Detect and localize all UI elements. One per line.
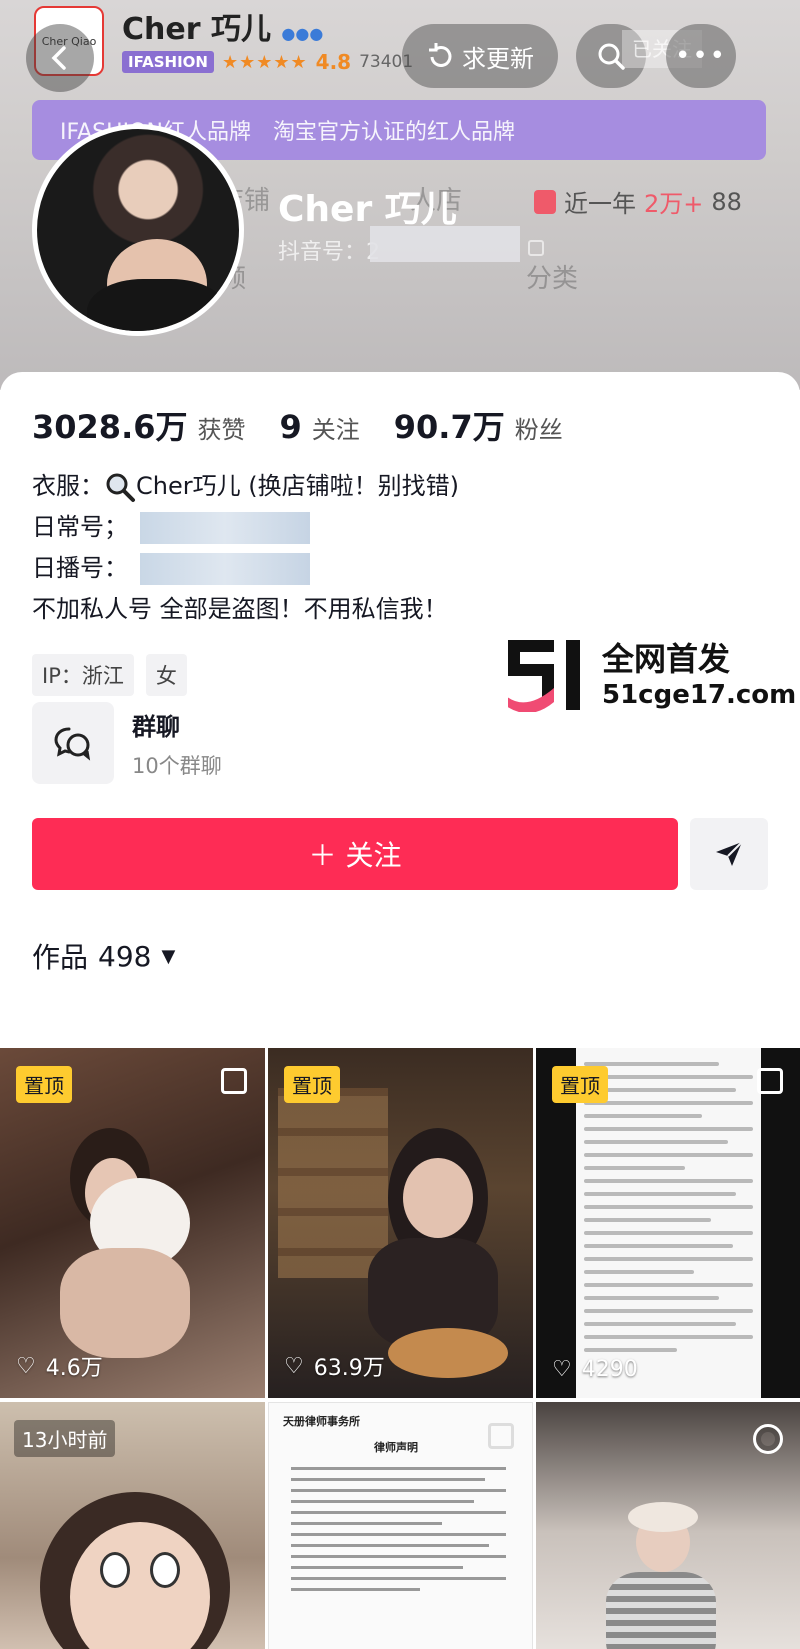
copy-icon[interactable] bbox=[528, 240, 544, 256]
heart-icon: ♡ bbox=[284, 1353, 304, 1379]
watermark-logo-icon bbox=[506, 640, 590, 714]
pinned-badge: 置顶 bbox=[16, 1066, 72, 1103]
blurred-id bbox=[370, 226, 520, 262]
document-preview bbox=[291, 1467, 506, 1599]
bio-line-3-text: 日播号： bbox=[32, 554, 128, 582]
more-dots-icon: ••• bbox=[674, 41, 727, 71]
profile-stats: 3028.6万 获赞 9 关注 90.7万 粉丝 bbox=[32, 402, 587, 448]
works-count: 498 bbox=[98, 939, 152, 973]
bio-line-2-text: 日常号； bbox=[32, 513, 128, 541]
video-tile[interactable]: 13小时前 bbox=[0, 1402, 265, 1649]
bio-line-4: 不加私人号 全部是盗图！不用私信我！ bbox=[32, 589, 459, 630]
like-count-value: 63.9万 bbox=[313, 1356, 385, 1381]
refresh-icon bbox=[429, 43, 452, 67]
request-update-label: 求更新 bbox=[462, 44, 534, 73]
likes-label: 获赞 bbox=[197, 416, 246, 444]
chevron-left-icon bbox=[51, 46, 66, 70]
avatar[interactable] bbox=[32, 124, 244, 336]
shop-name-text: Cher 巧儿 bbox=[122, 12, 271, 47]
bio: 衣服： Cher巧儿 (换店铺啦！别找错) 日常号； 日播号： 不加私人号 全部… bbox=[32, 466, 459, 630]
year-stat-suffix: 88 bbox=[711, 187, 742, 216]
group-chat-entry[interactable]: 群聊 10个群聊 bbox=[32, 702, 222, 784]
doc-header: 天册律师事务所 bbox=[283, 1415, 360, 1428]
video-tile[interactable] bbox=[536, 1402, 800, 1649]
post-time-badge: 13小时前 bbox=[14, 1420, 116, 1457]
search-icon bbox=[106, 473, 135, 502]
watermark-line-1: 全网首发 bbox=[602, 640, 731, 678]
heart-icon: ♡ bbox=[552, 1357, 572, 1382]
douyin-id: 抖音号：2 bbox=[278, 240, 380, 265]
year-stat-prefix: 近一年 bbox=[564, 190, 636, 218]
shopping-bag-icon bbox=[534, 189, 556, 214]
doc-title: 律师声明 bbox=[374, 1441, 418, 1454]
works-tab[interactable]: 作品 498 ▼ bbox=[32, 936, 175, 976]
ifashion-badge: IFASHION bbox=[122, 51, 214, 73]
multi-image-icon bbox=[221, 1068, 247, 1094]
caret-down-icon: ▼ bbox=[161, 945, 176, 967]
year-stat-value: 2万+ bbox=[644, 190, 704, 218]
ifashion-banner-text-2: 淘宝官方认证的红人品牌 bbox=[272, 120, 515, 145]
follow-button-label: ＋ 关注 bbox=[308, 839, 402, 872]
verified-badges-icon: ●●● bbox=[281, 24, 324, 43]
back-button[interactable] bbox=[26, 24, 94, 92]
group-chat-count: 10个群聊 bbox=[132, 753, 222, 778]
rating-value: 4.8 bbox=[315, 50, 352, 74]
bio-line-1-text[interactable]: Cher巧儿 (换店铺啦！别找错) bbox=[136, 466, 459, 507]
bio-line-1-prefix: 衣服： bbox=[32, 472, 104, 500]
group-chat-title: 群聊 bbox=[132, 712, 180, 741]
faded-category-label: 分类 bbox=[526, 264, 579, 294]
like-count: ♡ 4290 bbox=[552, 1357, 638, 1382]
watermark-line-2: 51cge17.com bbox=[602, 680, 797, 710]
request-update-button[interactable]: 求更新 bbox=[402, 24, 558, 88]
bio-line-2: 日常号； bbox=[32, 507, 459, 548]
bio-line-1: 衣服： Cher巧儿 (换店铺啦！别找错) bbox=[32, 466, 459, 507]
video-tile[interactable]: 置顶 ♡ 4290 bbox=[536, 1048, 800, 1398]
like-count: ♡ 63.9万 bbox=[284, 1350, 385, 1382]
bio-line-4-text: 不加私人号 全部是盗图！不用私信我！ bbox=[32, 595, 448, 623]
likes-count: 3028.6万 bbox=[32, 408, 188, 446]
video-tile[interactable]: 置顶 ♡ 63.9万 bbox=[268, 1048, 533, 1398]
profile-tags: IP：浙江 女 bbox=[32, 654, 187, 696]
watermark: 全网首发 51cge17.com bbox=[506, 640, 797, 714]
shop-name: Cher 巧儿 ●●● bbox=[122, 4, 323, 48]
banner-display-name: Cher 巧儿 bbox=[278, 189, 457, 230]
follow-button[interactable]: ＋ 关注 bbox=[32, 818, 678, 890]
live-target-icon[interactable] bbox=[753, 1424, 783, 1454]
video-tile[interactable]: 天册律师事务所 律师声明 bbox=[268, 1402, 533, 1649]
blurred-account bbox=[140, 552, 310, 585]
star-rating-icon: ★★★★★ bbox=[221, 51, 308, 73]
following-count[interactable]: 9 bbox=[280, 408, 302, 446]
pinned-badge: 置顶 bbox=[552, 1066, 608, 1103]
following-label[interactable]: 关注 bbox=[312, 410, 360, 445]
send-icon bbox=[716, 841, 743, 866]
shop-banner: Cher Qiao Cher 巧儿 ●●● IFASHION ★★★★★ 4.8… bbox=[0, 0, 800, 390]
like-count: ♡ 4.6万 bbox=[16, 1350, 103, 1382]
year-sales-stat[interactable]: 近一年 2万+ 88 bbox=[534, 184, 742, 219]
works-label: 作品 bbox=[32, 941, 89, 974]
share-button[interactable] bbox=[690, 818, 768, 890]
group-chat-icon bbox=[32, 702, 114, 784]
blurred-account bbox=[140, 511, 310, 544]
pinned-badge: 置顶 bbox=[284, 1066, 340, 1103]
multi-image-icon bbox=[757, 1068, 783, 1094]
like-count-value: 4.6万 bbox=[45, 1356, 103, 1381]
works-grid: 置顶 ♡ 4.6万 置顶 ♡ 63.9万 置顶 ♡ 4290 13小时前 天册律… bbox=[0, 1048, 800, 1649]
followers-count[interactable]: 90.7万 bbox=[394, 402, 505, 448]
like-count-value: 4290 bbox=[581, 1357, 638, 1382]
more-button[interactable]: ••• bbox=[666, 24, 736, 88]
multi-image-icon bbox=[488, 1423, 514, 1449]
ip-location-tag: IP：浙江 bbox=[32, 654, 134, 696]
followers-label[interactable]: 粉丝 bbox=[515, 410, 563, 445]
video-tile[interactable]: 置顶 ♡ 4.6万 bbox=[0, 1048, 265, 1398]
gender-tag: 女 bbox=[145, 654, 187, 696]
bio-line-3: 日播号： bbox=[32, 548, 459, 589]
heart-icon: ♡ bbox=[16, 1353, 36, 1379]
shop-badges: IFASHION ★★★★★ 4.8 73401 bbox=[122, 50, 413, 74]
